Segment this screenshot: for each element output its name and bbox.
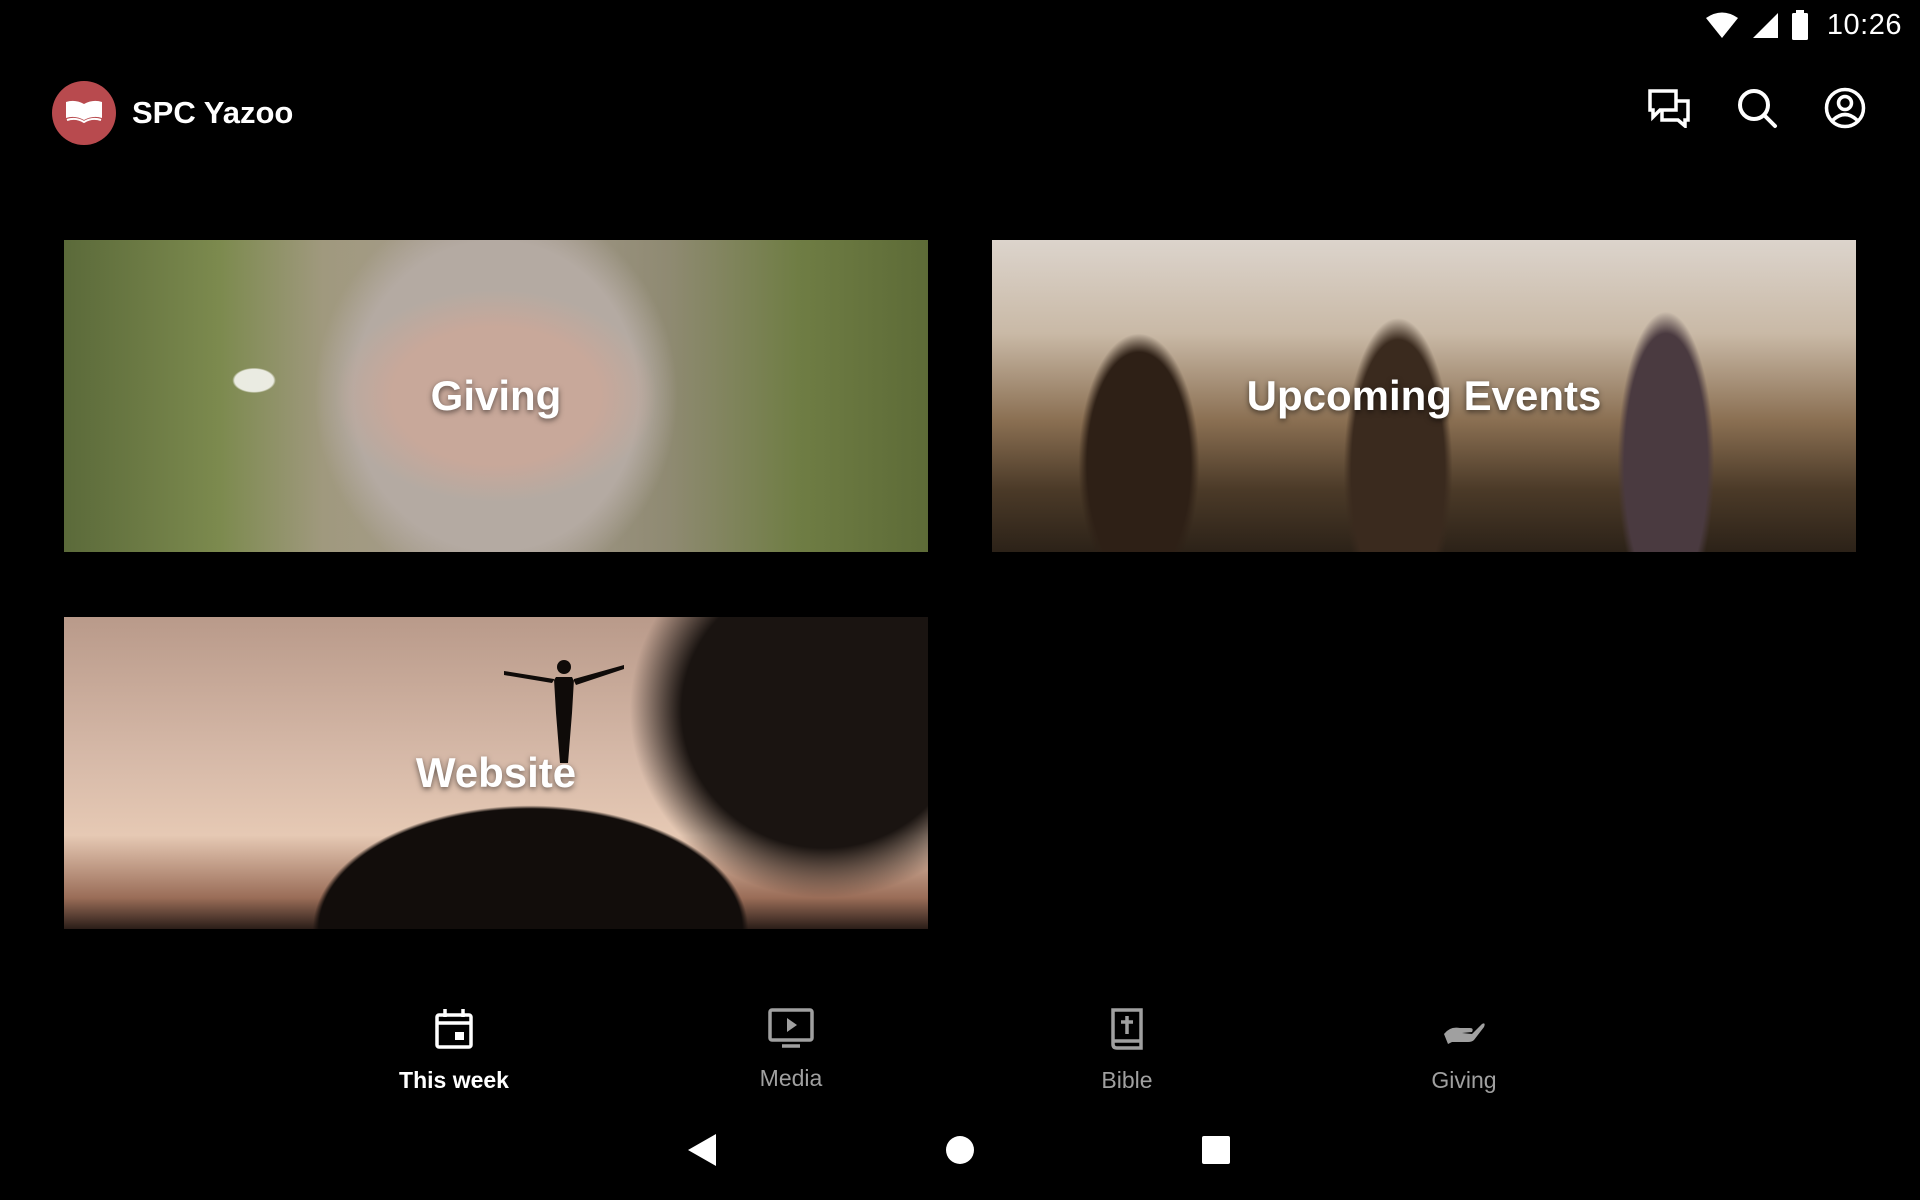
recents-square-icon <box>1200 1134 1232 1171</box>
giving-card-label: Giving <box>430 372 562 419</box>
system-navigation <box>0 1130 1920 1174</box>
nav-this-week-label: This week <box>399 1067 509 1093</box>
battery-icon <box>1791 10 1809 40</box>
status-time: 10:26 <box>1826 8 1902 41</box>
account-icon <box>1824 87 1866 134</box>
chat-button[interactable] <box>1646 87 1692 133</box>
nav-this-week[interactable]: This week <box>354 1008 554 1108</box>
calendar-icon <box>434 1008 474 1055</box>
bible-icon <box>1109 1008 1145 1055</box>
home-button[interactable] <box>938 1130 982 1174</box>
screen: 10:26 SPC Yazoo Giving Upcoming Events W… <box>0 0 1920 1200</box>
status-bar: 10:26 <box>0 0 1920 50</box>
nav-giving-label: Giving <box>1431 1067 1497 1093</box>
nav-media[interactable]: Media <box>691 1008 891 1108</box>
recents-button[interactable] <box>1194 1130 1238 1174</box>
website-card[interactable]: Website <box>64 617 928 929</box>
giving-hand-icon <box>1442 1008 1486 1055</box>
home-circle-icon <box>944 1134 976 1171</box>
church-logo <box>52 81 116 145</box>
nav-giving[interactable]: Giving <box>1364 1008 1564 1108</box>
back-triangle-icon <box>686 1132 718 1173</box>
website-card-label: Website <box>415 749 577 796</box>
giving-card[interactable]: Giving <box>64 240 928 552</box>
bottom-navigation: This week Media Bible Giving <box>0 1008 1920 1108</box>
nav-media-label: Media <box>759 1065 823 1091</box>
account-button[interactable] <box>1822 87 1868 133</box>
nav-bible-label: Bible <box>1101 1067 1153 1093</box>
signal-icon <box>1751 11 1779 39</box>
back-button[interactable] <box>680 1130 724 1174</box>
upcoming-events-card[interactable]: Upcoming Events <box>992 240 1856 552</box>
search-icon <box>1736 87 1778 134</box>
nav-bible[interactable]: Bible <box>1027 1008 1227 1108</box>
app-bar: SPC Yazoo <box>0 75 1920 151</box>
upcoming-events-card-label: Upcoming Events <box>1246 372 1602 419</box>
open-book-icon <box>64 98 104 129</box>
search-button[interactable] <box>1734 87 1780 133</box>
app-actions <box>1646 87 1868 133</box>
app-title: SPC Yazoo <box>132 95 294 130</box>
wifi-icon <box>1705 11 1739 39</box>
chat-icon <box>1647 88 1691 133</box>
media-player-icon <box>768 1008 814 1053</box>
